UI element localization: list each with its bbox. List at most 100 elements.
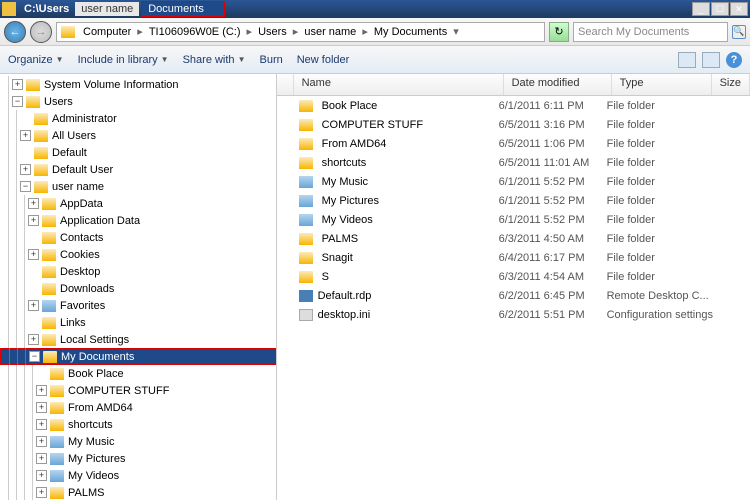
tree-item[interactable]: −My Documents [0, 348, 276, 365]
file-row[interactable]: Snagit6/4/2011 6:17 PMFile folder [277, 248, 750, 267]
file-row[interactable]: From AMD646/5/2011 1:06 PMFile folder [277, 134, 750, 153]
window-title: C:\Users [20, 3, 73, 15]
file-row[interactable]: COMPUTER STUFF6/5/2011 3:16 PMFile folde… [277, 115, 750, 134]
file-name: My Pictures [322, 195, 379, 207]
tree-label: System Volume Information [44, 79, 179, 91]
file-row[interactable]: PALMS6/3/2011 4:50 AMFile folder [277, 229, 750, 248]
expander-icon[interactable]: − [20, 181, 31, 192]
file-name: My Music [322, 176, 368, 188]
search-input[interactable]: Search My Documents [573, 22, 728, 42]
preview-pane-button[interactable] [702, 52, 720, 68]
tree-item[interactable]: +My Music [0, 433, 276, 450]
expander-icon[interactable]: + [36, 453, 47, 464]
column-size[interactable]: Size [712, 74, 750, 95]
tree-item[interactable]: + Default User [0, 161, 276, 178]
file-row[interactable]: S6/3/2011 4:54 AMFile folder [277, 267, 750, 286]
expander-icon[interactable]: + [36, 402, 47, 413]
expander-icon[interactable]: + [20, 164, 31, 175]
tree-item[interactable]: Links [0, 314, 276, 331]
expander-icon[interactable]: + [28, 249, 39, 260]
expander-icon[interactable]: + [12, 79, 23, 90]
tree-item[interactable]: +My Videos [0, 467, 276, 484]
organize-button[interactable]: Organize▼ [8, 54, 64, 66]
expander-icon[interactable]: + [36, 419, 47, 430]
expander-icon [28, 266, 39, 277]
refresh-button[interactable]: ↻ [549, 22, 569, 42]
tree-item[interactable]: +Cookies [0, 246, 276, 263]
tree-item[interactable]: Default [0, 144, 276, 161]
tree-item[interactable]: +PALMS [0, 484, 276, 500]
expander-icon[interactable]: − [29, 351, 40, 362]
expander-icon[interactable]: + [28, 215, 39, 226]
tree-item[interactable]: +From AMD64 [0, 399, 276, 416]
minimize-button[interactable]: _ [692, 2, 710, 16]
tree-item[interactable]: +Application Data [0, 212, 276, 229]
tree-item[interactable]: + System Volume Information [0, 76, 276, 93]
column-date[interactable]: Date modified [504, 74, 612, 95]
tree-item[interactable]: Book Place [0, 365, 276, 382]
column-name[interactable]: Name [294, 74, 504, 95]
file-type: File folder [607, 138, 727, 150]
back-button[interactable]: ← [4, 21, 26, 43]
tree-label: Favorites [60, 300, 105, 312]
file-row[interactable]: My Pictures6/1/2011 5:52 PMFile folder [277, 191, 750, 210]
breadcrumb-item[interactable]: TI106096W0E (C:) [145, 26, 245, 38]
breadcrumb-item[interactable]: Computer [79, 26, 135, 38]
file-row[interactable]: My Music6/1/2011 5:52 PMFile folder [277, 172, 750, 191]
share-with-button[interactable]: Share with▼ [183, 54, 246, 66]
expander-icon[interactable]: + [28, 334, 39, 345]
expander-icon[interactable]: + [36, 470, 47, 481]
tree-item[interactable]: Downloads [0, 280, 276, 297]
search-placeholder: Search My Documents [578, 26, 689, 38]
file-date: 6/5/2011 11:01 AM [499, 157, 607, 169]
breadcrumb-item[interactable]: Users [254, 26, 291, 38]
tree-item[interactable]: Administrator [0, 110, 276, 127]
tree-item[interactable]: +My Pictures [0, 450, 276, 467]
tree-label: shortcuts [68, 419, 113, 431]
breadcrumb-item[interactable]: user name [300, 26, 360, 38]
tree-item[interactable]: +AppData [0, 195, 276, 212]
expander-icon[interactable]: − [12, 96, 23, 107]
include-library-button[interactable]: Include in library▼ [78, 54, 169, 66]
expander-icon[interactable]: + [36, 385, 47, 396]
tree-item[interactable]: +COMPUTER STUFF [0, 382, 276, 399]
breadcrumb-item[interactable]: My Documents [370, 26, 451, 38]
tree-item[interactable]: −Users [0, 93, 276, 110]
expander-icon[interactable]: + [36, 487, 47, 498]
file-row[interactable]: desktop.ini6/2/2011 5:51 PMConfiguration… [277, 305, 750, 324]
maximize-button[interactable]: ☐ [711, 2, 729, 16]
column-type[interactable]: Type [612, 74, 712, 95]
view-options-button[interactable] [678, 52, 696, 68]
tree-label: Links [60, 317, 86, 329]
search-icon[interactable]: 🔍 [732, 25, 746, 39]
file-name: Book Place [322, 100, 378, 112]
tree-item[interactable]: Desktop [0, 263, 276, 280]
tree-item[interactable]: + shortcuts [0, 416, 276, 433]
expander-icon[interactable]: + [28, 300, 39, 311]
tree-label: Default [52, 147, 87, 159]
breadcrumb[interactable]: Computer▸ TI106096W0E (C:)▸ Users▸ user … [56, 22, 545, 42]
file-row[interactable]: My Videos6/1/2011 5:52 PMFile folder [277, 210, 750, 229]
expander-icon[interactable]: + [36, 436, 47, 447]
tree-item[interactable]: + Favorites [0, 297, 276, 314]
tree-item[interactable]: −user name [0, 178, 276, 195]
tree-item[interactable]: +Local Settings [0, 331, 276, 348]
tree-item[interactable]: Contacts [0, 229, 276, 246]
folder-icon [50, 487, 64, 499]
expander-icon[interactable]: + [28, 198, 39, 209]
file-row[interactable]: shortcuts6/5/2011 11:01 AMFile folder [277, 153, 750, 172]
burn-button[interactable]: Burn [259, 54, 282, 66]
tree-label: Default User [52, 164, 113, 176]
new-folder-button[interactable]: New folder [297, 54, 350, 66]
forward-button[interactable]: → [30, 21, 52, 43]
folder-tree[interactable]: + System Volume Information −UsersAdminist… [0, 74, 277, 500]
file-list[interactable]: Book Place6/1/2011 6:11 PMFile folderCOM… [277, 96, 750, 500]
expander-icon[interactable]: + [20, 130, 31, 141]
tree-item[interactable]: +All Users [0, 127, 276, 144]
folder-icon [299, 214, 313, 226]
close-button[interactable]: ✕ [730, 2, 748, 16]
folder-icon [42, 249, 56, 261]
help-button[interactable]: ? [726, 52, 742, 68]
file-row[interactable]: Default.rdp6/2/2011 6:45 PMRemote Deskto… [277, 286, 750, 305]
file-row[interactable]: Book Place6/1/2011 6:11 PMFile folder [277, 96, 750, 115]
